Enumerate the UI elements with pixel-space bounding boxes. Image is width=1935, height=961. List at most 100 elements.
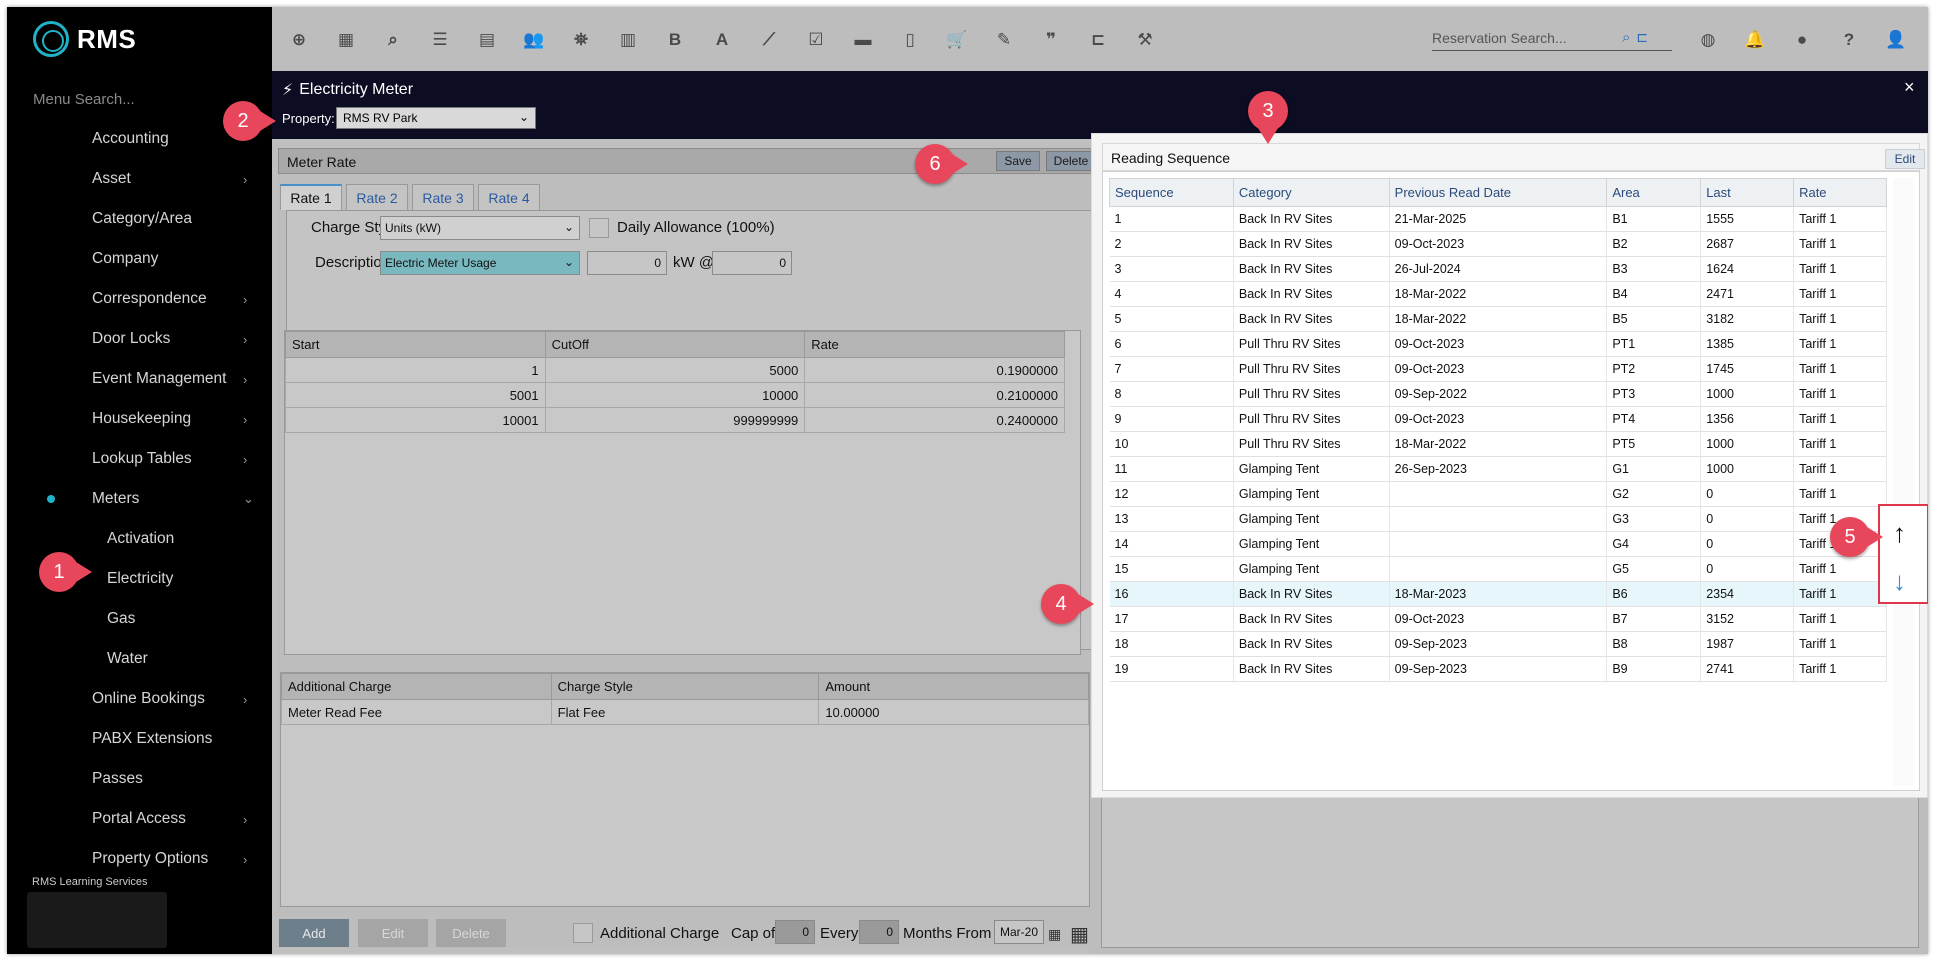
reading-sequence-edit-button[interactable]: Edit — [1885, 149, 1925, 169]
delete-row-button[interactable]: Delete — [436, 919, 506, 947]
grid-icon[interactable]: ▤ — [474, 27, 500, 53]
sidebar-item-gas[interactable]: Gas — [7, 599, 272, 639]
table-row[interactable]: 11 Glamping Tent 26-Sep-2023 G1 1000 Tariff 1 — [1109, 456, 1887, 482]
sidebar-item-passes[interactable]: Passes — [7, 759, 272, 799]
table-row[interactable]: 12 Glamping Tent G2 0 Tariff 1 — [1109, 481, 1887, 507]
menu-search-input[interactable]: Menu Search... — [33, 91, 135, 108]
sidebar-item-correspondence[interactable]: Correspondence › — [7, 279, 272, 319]
col-cutoff[interactable]: CutOff — [544, 331, 806, 358]
chart-icon[interactable]: ⟋ — [756, 27, 782, 53]
sidebar-item-online-bookings[interactable]: Online Bookings › — [7, 679, 272, 719]
add-button[interactable]: Add — [279, 919, 349, 947]
arrow-down-icon[interactable]: ↓ — [1893, 566, 1906, 597]
table-row[interactable]: 1 5000 0.1900000 — [285, 357, 1065, 383]
table-row[interactable]: Meter Read Fee Flat Fee 10.00000 — [281, 699, 1089, 725]
table-row[interactable]: 10001 999999999 0.2400000 — [285, 407, 1065, 433]
cap-of-input[interactable]: 0 — [775, 920, 815, 944]
table-row[interactable]: 5 Back In RV Sites 18-Mar-2022 B5 3182 Tariff… — [1109, 306, 1887, 332]
chat-icon[interactable]: ● — [1789, 27, 1815, 53]
bold-icon[interactable]: B — [662, 27, 688, 53]
search-icon[interactable]: ⌕ — [380, 27, 406, 53]
user-icon[interactable]: 👤 — [1883, 27, 1909, 53]
table-row[interactable]: 16 Back In RV Sites 18-Mar-2023 B6 2354 Tarif… — [1109, 581, 1887, 607]
reservation-search-input[interactable] — [1432, 29, 1622, 46]
table-row[interactable]: 6 Pull Thru RV Sites 09-Oct-2023 PT1 1385 Tar… — [1109, 331, 1887, 357]
calendar-icon[interactable]: ▦ — [333, 27, 359, 53]
bed-icon[interactable]: ⊏ — [1085, 27, 1111, 53]
kw-input[interactable]: 0 — [587, 251, 667, 275]
delete-button[interactable]: Delete — [1046, 151, 1096, 171]
tab-rate-2[interactable]: Rate 2 — [346, 184, 408, 210]
sidebar-item-housekeeping[interactable]: Housekeeping › — [7, 399, 272, 439]
table-row[interactable]: 14 Glamping Tent G4 0 Tariff 1 — [1109, 531, 1887, 557]
plus-circle-icon[interactable]: ⊕ — [286, 27, 312, 53]
sidebar-item-category-area[interactable]: Category/Area — [7, 199, 272, 239]
calendar-grid-icon[interactable]: ▦ — [1070, 922, 1089, 947]
table-row[interactable]: 2 Back In RV Sites 09-Oct-2023 B2 2687 Tariff… — [1109, 231, 1887, 257]
col-charge-style[interactable]: Charge Style — [550, 673, 820, 700]
months-from-input[interactable]: Mar-20 — [994, 920, 1044, 944]
sidebar-item-portal-access[interactable]: Portal Access › — [7, 799, 272, 839]
col-sequence[interactable]: Sequence — [1109, 178, 1234, 207]
table-row[interactable]: 5001 10000 0.2100000 — [285, 382, 1065, 408]
table-row[interactable]: 19 Back In RV Sites 09-Sep-2023 B9 2741 Tarif… — [1109, 656, 1887, 682]
font-icon[interactable]: A — [709, 27, 735, 53]
checklist-icon[interactable]: ☑ — [803, 27, 829, 53]
quote-icon[interactable]: ❞ — [1038, 27, 1064, 53]
tab-rate-4[interactable]: Rate 4 — [478, 184, 540, 210]
sidebar-item-company[interactable]: Company — [7, 239, 272, 279]
calendar-icon[interactable]: ▦ — [1048, 926, 1061, 943]
rate-at-input[interactable]: 0 — [712, 251, 792, 275]
bed-icon[interactable]: ⊏ — [1636, 29, 1648, 46]
sidebar-item-property-options[interactable]: Property Options › — [7, 839, 272, 879]
property-select[interactable]: RMS RV Park ⌄ — [336, 107, 536, 129]
hammer-icon[interactable]: ⚒ — [1132, 27, 1158, 53]
sidebar-item-water[interactable]: Water — [7, 639, 272, 679]
map-icon[interactable]: ▥ — [615, 27, 641, 53]
table-row[interactable]: 3 Back In RV Sites 26-Jul-2024 B3 1624 Tariff… — [1109, 256, 1887, 282]
table-row[interactable]: 10 Pull Thru RV Sites 18-Mar-2022 PT5 1000 Ta… — [1109, 431, 1887, 457]
col-start[interactable]: Start — [285, 331, 546, 358]
card-icon[interactable]: ▬ — [850, 27, 876, 53]
table-row[interactable]: 1 Back In RV Sites 21-Mar-2025 B1 1555 Tariff… — [1109, 206, 1887, 232]
globe-icon[interactable]: ◍ — [1695, 27, 1721, 53]
additional-charge-checkbox[interactable] — [573, 923, 593, 943]
reading-sequence-scrollbar[interactable] — [1893, 178, 1913, 786]
sidebar-item-meters[interactable]: Meters ⌄ — [7, 479, 272, 519]
col-last[interactable]: Last — [1700, 178, 1795, 207]
col-previous-read-date[interactable]: Previous Read Date — [1388, 178, 1608, 207]
table-row[interactable]: 17 Back In RV Sites 09-Oct-2023 B7 3152 Tarif… — [1109, 606, 1887, 632]
sidebar-item-lookup-tables[interactable]: Lookup Tables › — [7, 439, 272, 479]
sidebar-item-activation[interactable]: Activation — [7, 519, 272, 559]
ticket-icon[interactable]: ✎ — [991, 27, 1017, 53]
col-amount[interactable]: Amount — [818, 673, 1089, 700]
close-icon[interactable]: × — [1904, 77, 1915, 98]
sidebar-item-pabx-extensions[interactable]: PABX Extensions — [7, 719, 272, 759]
edit-button[interactable]: Edit — [358, 919, 428, 947]
tab-rate-3[interactable]: Rate 3 — [412, 184, 474, 210]
table-row[interactable]: 13 Glamping Tent G3 0 Tariff 1 — [1109, 506, 1887, 532]
map-pin-icon[interactable]: ⛯ — [568, 27, 594, 53]
sidebar-item-asset[interactable]: Asset › — [7, 159, 272, 199]
search-icon[interactable]: ⌕ — [1622, 29, 1630, 46]
col-additional-charge[interactable]: Additional Charge — [281, 673, 552, 700]
sliders-icon[interactable]: ☰ — [427, 27, 453, 53]
col-category[interactable]: Category — [1232, 178, 1390, 207]
col-area[interactable]: Area — [1606, 178, 1702, 207]
table-row[interactable]: 18 Back In RV Sites 09-Sep-2023 B8 1987 Tarif… — [1109, 631, 1887, 657]
cart-icon[interactable]: 🛒 — [944, 27, 970, 53]
save-button[interactable]: Save — [996, 151, 1040, 171]
users-icon[interactable]: 👥 — [521, 27, 547, 53]
every-input[interactable]: 0 — [859, 920, 899, 944]
sidebar-item-door-locks[interactable]: Door Locks › — [7, 319, 272, 359]
document-icon[interactable]: ▯ — [897, 27, 923, 53]
table-row[interactable]: 7 Pull Thru RV Sites 09-Oct-2023 PT2 1745 Tar… — [1109, 356, 1887, 382]
rms-logo[interactable]: RMS — [33, 21, 136, 57]
bell-icon[interactable]: 🔔 — [1742, 27, 1768, 53]
table-row[interactable]: 4 Back In RV Sites 18-Mar-2022 B4 2471 Tariff… — [1109, 281, 1887, 307]
col-rate[interactable]: Rate — [804, 331, 1065, 358]
arrow-up-icon[interactable]: ↑ — [1893, 518, 1906, 549]
charge-style-select[interactable]: Units (kW) ⌄ — [380, 216, 580, 240]
table-row[interactable]: 9 Pull Thru RV Sites 09-Oct-2023 PT4 1356 Tar… — [1109, 406, 1887, 432]
tab-rate-1[interactable]: Rate 1 — [280, 184, 342, 210]
